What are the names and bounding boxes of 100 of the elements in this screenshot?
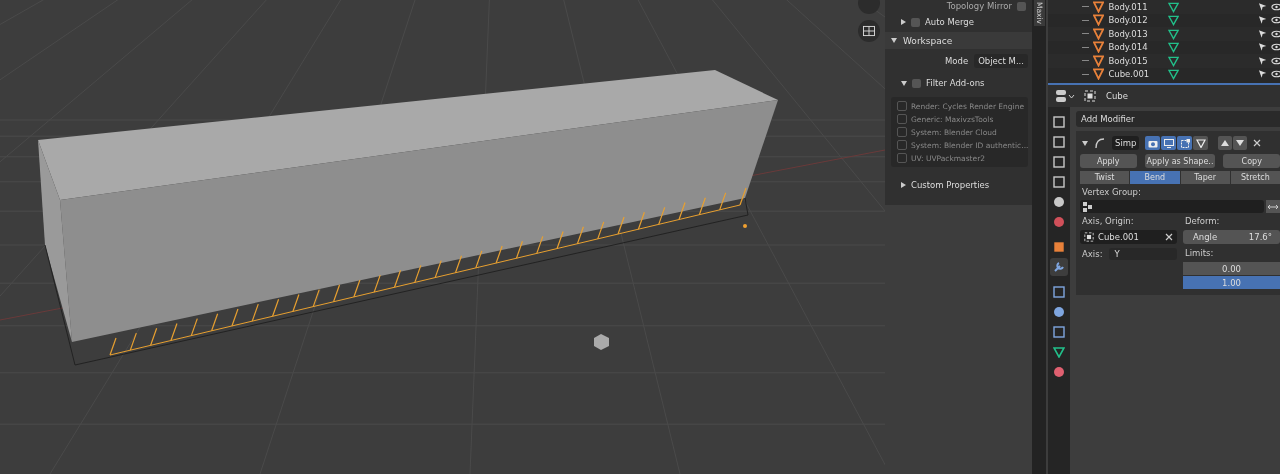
triangle-icon xyxy=(1093,41,1105,54)
cursor-icon[interactable] xyxy=(1257,1,1267,12)
eye-icon[interactable] xyxy=(1270,15,1280,26)
field-label: Limits: xyxy=(1184,248,1215,258)
vertex-group-icon xyxy=(1083,201,1093,212)
outliner-row[interactable]: Body.014 xyxy=(1048,40,1280,54)
properties-tab[interactable] xyxy=(1050,133,1068,151)
triangle-icon xyxy=(1093,54,1105,67)
editor-type-icon[interactable] xyxy=(1056,90,1076,102)
field-label: Deform: xyxy=(1184,216,1221,226)
toggle-button[interactable] xyxy=(1161,136,1177,150)
double-arrow-icon xyxy=(1267,202,1279,211)
move-down-button[interactable] xyxy=(1233,136,1248,150)
eye-icon[interactable] xyxy=(1270,1,1280,12)
panel-title: Custom Properties xyxy=(911,180,990,190)
invert-button[interactable] xyxy=(1266,200,1280,213)
toggle-button[interactable] xyxy=(1193,136,1209,150)
cube-drawing xyxy=(594,334,609,350)
grid-icon[interactable] xyxy=(858,20,880,42)
eye-icon[interactable] xyxy=(1270,55,1280,66)
checkbox[interactable] xyxy=(911,17,920,27)
mode-tab[interactable]: Taper xyxy=(1180,171,1230,184)
properties-tab[interactable] xyxy=(1050,173,1068,191)
triangle-down-icon xyxy=(1236,140,1245,146)
mesh-icon[interactable] xyxy=(1167,41,1179,54)
checkbox[interactable] xyxy=(897,127,907,137)
limit-slider[interactable]: 1.00 xyxy=(1183,276,1280,289)
axis-dropdown[interactable]: Y xyxy=(1108,248,1177,260)
mesh-icon xyxy=(1053,346,1065,358)
disclosure-triangle-icon[interactable] xyxy=(901,80,907,86)
mesh-icon[interactable] xyxy=(1167,27,1179,40)
toggle-button[interactable] xyxy=(1145,136,1161,150)
triangle-icon xyxy=(1093,27,1105,40)
action-button[interactable]: Copy xyxy=(1223,154,1280,168)
triangle-icon xyxy=(1093,14,1105,27)
angle-field[interactable]: Angle 17.6° xyxy=(1183,230,1280,244)
toggle-button[interactable] xyxy=(1177,136,1193,150)
bend-curve-icon xyxy=(1094,137,1106,149)
action-button[interactable]: Apply xyxy=(1080,154,1137,168)
option-label: Filter Add-ons xyxy=(926,78,985,88)
properties-tab[interactable] xyxy=(1050,153,1068,171)
cursor-icon[interactable] xyxy=(1257,69,1267,80)
properties-tab[interactable] xyxy=(1050,323,1068,341)
object-name: Body.015 xyxy=(1108,55,1149,66)
close-icon[interactable] xyxy=(1253,139,1262,147)
object-name: Body.011 xyxy=(1108,1,1149,12)
triangle-icon xyxy=(1093,0,1105,13)
disclosure-triangle-icon[interactable] xyxy=(891,38,897,43)
cursor-icon[interactable] xyxy=(1257,28,1267,39)
monitor-icon xyxy=(1163,138,1174,148)
modifier-name-field[interactable]: Simp xyxy=(1112,136,1140,150)
mesh-icon[interactable] xyxy=(1167,14,1179,27)
vertex-group-field[interactable] xyxy=(1080,200,1264,213)
disclosure-triangle-icon[interactable] xyxy=(901,19,906,25)
object-icon xyxy=(1084,90,1096,102)
checkbox[interactable] xyxy=(897,114,907,124)
action-button[interactable]: Apply as Shape.. xyxy=(1144,154,1216,168)
panel-header[interactable]: Workspace xyxy=(885,32,1032,49)
checkbox[interactable] xyxy=(912,78,921,88)
mode-tab[interactable]: Bend xyxy=(1130,171,1180,184)
move-up-button[interactable] xyxy=(1218,136,1233,150)
triangle-icon xyxy=(1093,68,1105,81)
object-name: Body.014 xyxy=(1108,42,1149,53)
outliner-row[interactable]: Cube.001 xyxy=(1048,67,1280,81)
clear-icon[interactable] xyxy=(1165,233,1173,241)
mesh-icon xyxy=(1195,138,1206,148)
cursor-icon[interactable] xyxy=(1257,15,1267,26)
origin-field[interactable]: Cube.001 xyxy=(1080,230,1177,244)
cursor-icon[interactable] xyxy=(1257,42,1267,53)
properties-tab[interactable] xyxy=(1050,113,1068,131)
properties-tab[interactable] xyxy=(1050,258,1068,276)
outliner-row[interactable]: Body.012 xyxy=(1048,13,1280,27)
panel-title: Workspace xyxy=(903,35,953,46)
cursor-icon[interactable] xyxy=(1257,55,1267,66)
checkbox[interactable] xyxy=(897,153,907,163)
mode-dropdown[interactable]: Object M... xyxy=(974,54,1028,68)
mode-tab[interactable]: Stretch xyxy=(1230,171,1280,184)
field-label: Axis, Origin: xyxy=(1081,216,1135,226)
checkbox[interactable] xyxy=(897,140,907,150)
field-label: Axis: xyxy=(1081,249,1103,259)
vertex-square-icon xyxy=(1179,138,1190,148)
mesh-icon[interactable] xyxy=(1167,0,1179,13)
properties-tab[interactable] xyxy=(1050,283,1068,301)
eye-icon[interactable] xyxy=(1270,69,1280,80)
mode-label: Mode xyxy=(945,56,969,66)
disclosure-triangle-icon[interactable] xyxy=(901,182,906,188)
eye-icon[interactable] xyxy=(1270,28,1280,39)
option-label: Topology Mirror xyxy=(946,1,1012,11)
origin-point-icon xyxy=(743,224,747,228)
triangle-up-icon xyxy=(1221,140,1230,146)
checkbox[interactable] xyxy=(897,101,907,111)
square-icon xyxy=(1053,241,1065,253)
mesh-icon[interactable] xyxy=(1167,68,1179,81)
mesh-icon[interactable] xyxy=(1167,54,1179,67)
add-modifier-dropdown[interactable]: Add Modifier xyxy=(1076,111,1280,127)
eye-icon[interactable] xyxy=(1270,42,1280,53)
limit-slider[interactable]: 0.00 xyxy=(1183,262,1280,275)
checkbox[interactable] xyxy=(1017,1,1026,11)
disclosure-triangle-icon[interactable] xyxy=(1082,140,1088,146)
mode-tab[interactable]: Twist xyxy=(1080,171,1130,184)
